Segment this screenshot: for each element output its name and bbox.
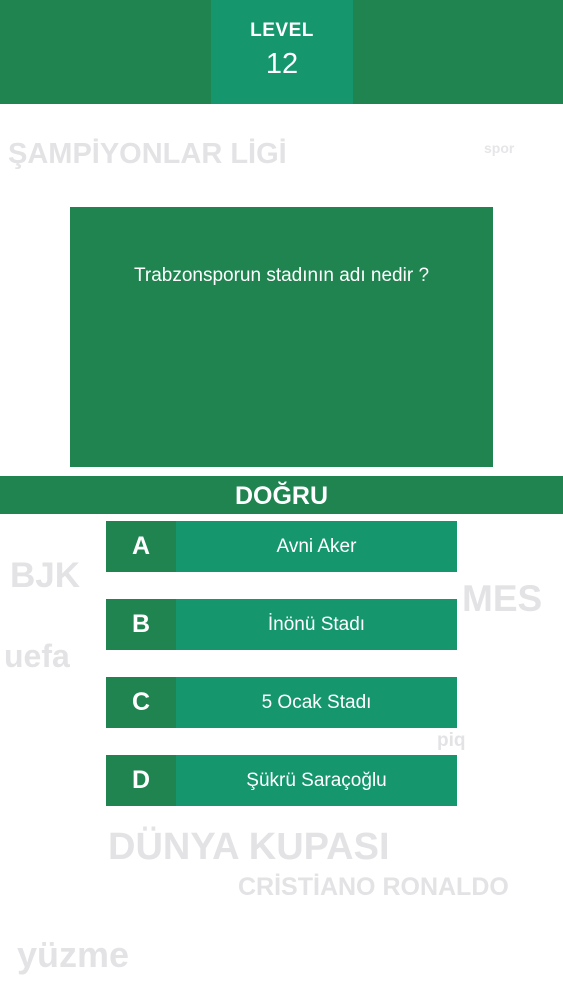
level-number: 12: [265, 48, 299, 80]
background-word: BJK: [10, 556, 81, 595]
level-label: LEVEL: [250, 20, 314, 41]
level-indicator: LEVEL 12: [211, 0, 353, 104]
background-word: uefa: [4, 638, 70, 674]
background-word: DÜNYA KUPASI: [108, 826, 390, 868]
option-text: Şükrü Saraçoğlu: [246, 770, 387, 791]
background-word: spor: [484, 140, 515, 156]
option-letter: A: [106, 521, 176, 572]
answer-option-c[interactable]: C 5 Ocak Stadı: [106, 677, 457, 728]
background-word: CRİSTİANO RONALDO: [238, 873, 509, 901]
option-letter: D: [106, 755, 176, 806]
result-banner: DOĞRU: [0, 476, 563, 514]
question-card: Trabzonsporun stadının adı nedir ?: [70, 207, 493, 467]
background-word: piq: [437, 730, 466, 751]
option-letter: B: [106, 599, 176, 650]
option-letter: C: [106, 677, 176, 728]
top-bar: LEVEL 12: [0, 0, 563, 104]
option-text: İnönü Stadı: [267, 614, 366, 635]
background-word: MES: [462, 578, 543, 619]
answer-option-b[interactable]: B İnönü Stadı: [106, 599, 457, 650]
background-word: yüzme: [17, 934, 130, 975]
option-text: 5 Ocak Stadı: [261, 692, 372, 713]
question-text: Trabzonsporun stadının adı nedir ?: [133, 265, 430, 286]
answer-option-d[interactable]: D Şükrü Saraçoğlu: [106, 755, 457, 806]
option-text: Avni Aker: [276, 536, 357, 557]
answer-option-a[interactable]: A Avni Aker: [106, 521, 457, 572]
background-word: ŞAMPİYONLAR LİGİ: [8, 138, 287, 170]
